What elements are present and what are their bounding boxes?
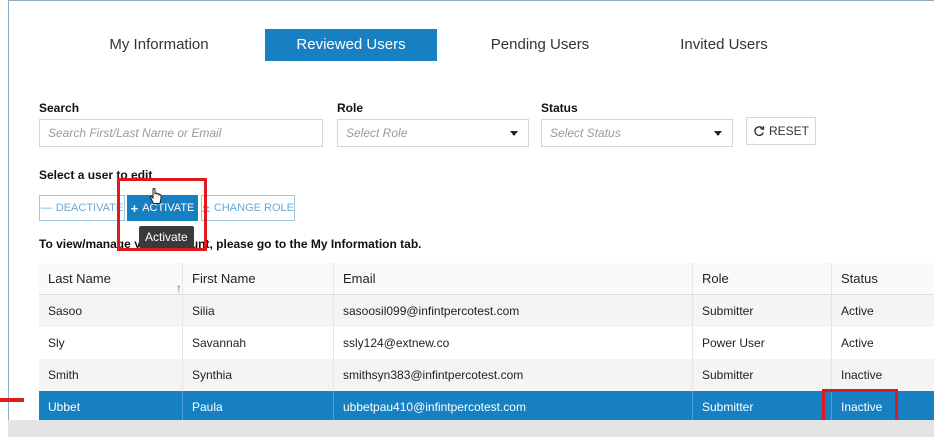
table-row[interactable]: Sasoo Silia sasoosil099@infintpercotest.… xyxy=(39,295,934,327)
column-header-first-name[interactable]: First Name xyxy=(183,263,334,295)
tab-pending-users[interactable]: Pending Users xyxy=(455,29,625,61)
cell-role: Power User xyxy=(693,327,832,359)
reset-label: RESET xyxy=(768,124,809,138)
refresh-icon xyxy=(754,126,765,137)
chevron-down-icon xyxy=(714,131,722,136)
cell-last-name: Smith xyxy=(39,359,183,391)
cell-first-name: Silia xyxy=(183,295,334,327)
cell-status: Active xyxy=(841,304,874,318)
deactivate-label: DEACTIVATE xyxy=(55,202,124,214)
cell-email: ubbetpau410@infintpercotest.com xyxy=(334,391,693,423)
role-label: Role xyxy=(337,101,364,115)
table-row-selected[interactable]: Ubbet Paula ubbetpau410@infintpercotest.… xyxy=(39,391,934,423)
tab-invited-users[interactable]: Invited Users xyxy=(639,29,809,61)
column-header-label: Last Name xyxy=(48,271,111,286)
cell-email: ssly124@extnew.co xyxy=(334,327,693,359)
activate-highlight-box xyxy=(117,178,207,251)
bottom-divider xyxy=(8,420,934,437)
role-select[interactable]: Select Role xyxy=(337,119,529,147)
column-header-email[interactable]: Email xyxy=(334,263,693,295)
cell-role: Submitter xyxy=(693,359,832,391)
cell-last-name: Sly xyxy=(39,327,183,359)
table-header-row: Last Name ↑ First Name Email Role Status xyxy=(39,263,934,295)
cell-email: sasoosil099@infintpercotest.com xyxy=(334,295,693,327)
info-message: To view/manage your account, please go t… xyxy=(39,237,422,251)
chevron-down-icon xyxy=(510,131,518,136)
cell-email: smithsyn383@infintpercotest.com xyxy=(334,359,693,391)
status-select[interactable]: Select Status xyxy=(541,119,733,147)
status-select-value: Select Status xyxy=(550,126,621,140)
column-header-role[interactable]: Role xyxy=(693,263,832,295)
tab-reviewed-users[interactable]: Reviewed Users xyxy=(265,29,437,61)
minus-icon: — xyxy=(40,202,52,214)
cell-first-name: Paula xyxy=(183,391,334,423)
change-role-button[interactable]: CHANGE ROLE xyxy=(201,195,295,221)
reset-button[interactable]: RESET xyxy=(746,117,816,145)
cell-last-name: Ubbet xyxy=(39,391,183,423)
cell-last-name: Sasoo xyxy=(39,295,183,327)
cell-first-name: Synthia xyxy=(183,359,334,391)
user-management-panel: My Information Reviewed Users Pending Us… xyxy=(8,0,934,437)
tab-my-information[interactable]: My Information xyxy=(69,29,249,61)
cell-status: Active xyxy=(841,336,874,350)
table-row[interactable]: Sly Savannah ssly124@extnew.co Power Use… xyxy=(39,327,934,359)
change-role-label: CHANGE ROLE xyxy=(213,202,294,214)
search-label: Search xyxy=(39,101,80,115)
cell-first-name: Savannah xyxy=(183,327,334,359)
table-row[interactable]: Smith Synthia smithsyn383@infintpercotes… xyxy=(39,359,934,391)
deactivate-button[interactable]: — DEACTIVATE xyxy=(39,195,125,221)
row-pointer-marker xyxy=(0,398,24,402)
cell-role: Submitter xyxy=(693,295,832,327)
column-header-status[interactable]: Status xyxy=(832,263,934,295)
status-label: Status xyxy=(541,101,578,115)
cell-status: Inactive xyxy=(841,368,883,382)
cell-role: Submitter xyxy=(693,391,832,423)
role-select-value: Select Role xyxy=(346,126,408,140)
search-input[interactable]: Search First/Last Name or Email xyxy=(39,119,323,147)
tab-bar: My Information Reviewed Users Pending Us… xyxy=(9,29,934,61)
column-header-last-name[interactable]: Last Name ↑ xyxy=(39,263,183,295)
